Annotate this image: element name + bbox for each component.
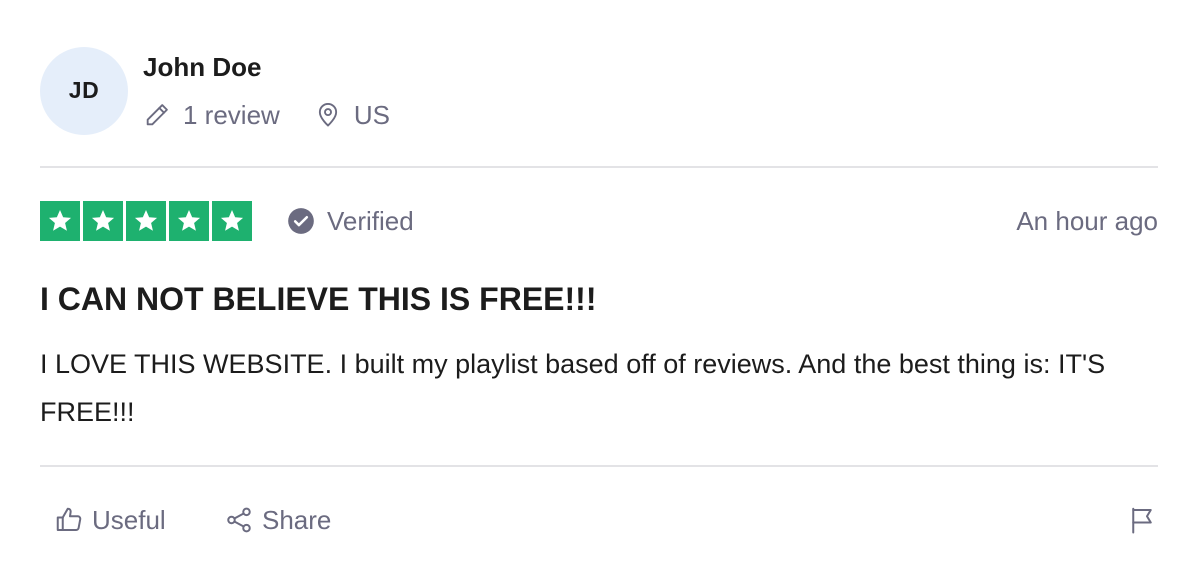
reviewer-meta: 1 review US (143, 97, 390, 133)
star-4 (169, 201, 209, 241)
location-pin-icon (318, 103, 337, 127)
star-3 (126, 201, 166, 241)
star-rating (40, 201, 252, 241)
share-icon (227, 507, 251, 533)
flag-icon (1132, 507, 1152, 534)
avatar[interactable]: JD (40, 47, 128, 135)
star-icon (134, 209, 158, 231)
star-2 (83, 201, 123, 241)
star-1 (40, 201, 80, 241)
review-title[interactable]: I CAN NOT BELIEVE THIS IS FREE!!! (40, 279, 596, 319)
reviewer-location: US (314, 100, 390, 131)
star-icon (48, 209, 72, 231)
verified-check-icon (288, 208, 314, 234)
verified-label: Verified (327, 205, 414, 236)
review-date: An hour ago (1016, 205, 1158, 236)
location-label: US (353, 99, 390, 130)
footer-divider (40, 465, 1158, 467)
useful-label: Useful (92, 504, 166, 535)
review-card: JD John Doe 1 review US Verified An hour… (40, 0, 1158, 588)
star-icon (91, 209, 115, 231)
share-button[interactable]: Share (224, 500, 331, 540)
review-count: 1 review (143, 100, 280, 131)
report-flag-button[interactable] (1126, 504, 1158, 536)
review-count-label: 1 review (183, 99, 280, 130)
avatar-initials: JD (68, 76, 100, 103)
star-5 (212, 201, 252, 241)
star-icon (177, 209, 201, 231)
verified-badge[interactable]: Verified (287, 203, 414, 239)
star-icon (220, 209, 244, 231)
header-divider (40, 166, 1158, 168)
pencil-icon (146, 104, 168, 126)
useful-button[interactable]: Useful (54, 500, 166, 540)
thumbs-up-icon (56, 507, 82, 531)
reviewer-name[interactable]: John Doe (143, 51, 261, 83)
review-body: I LOVE THIS WEBSITE. I built my playlist… (40, 349, 1106, 427)
share-label: Share (262, 504, 332, 535)
